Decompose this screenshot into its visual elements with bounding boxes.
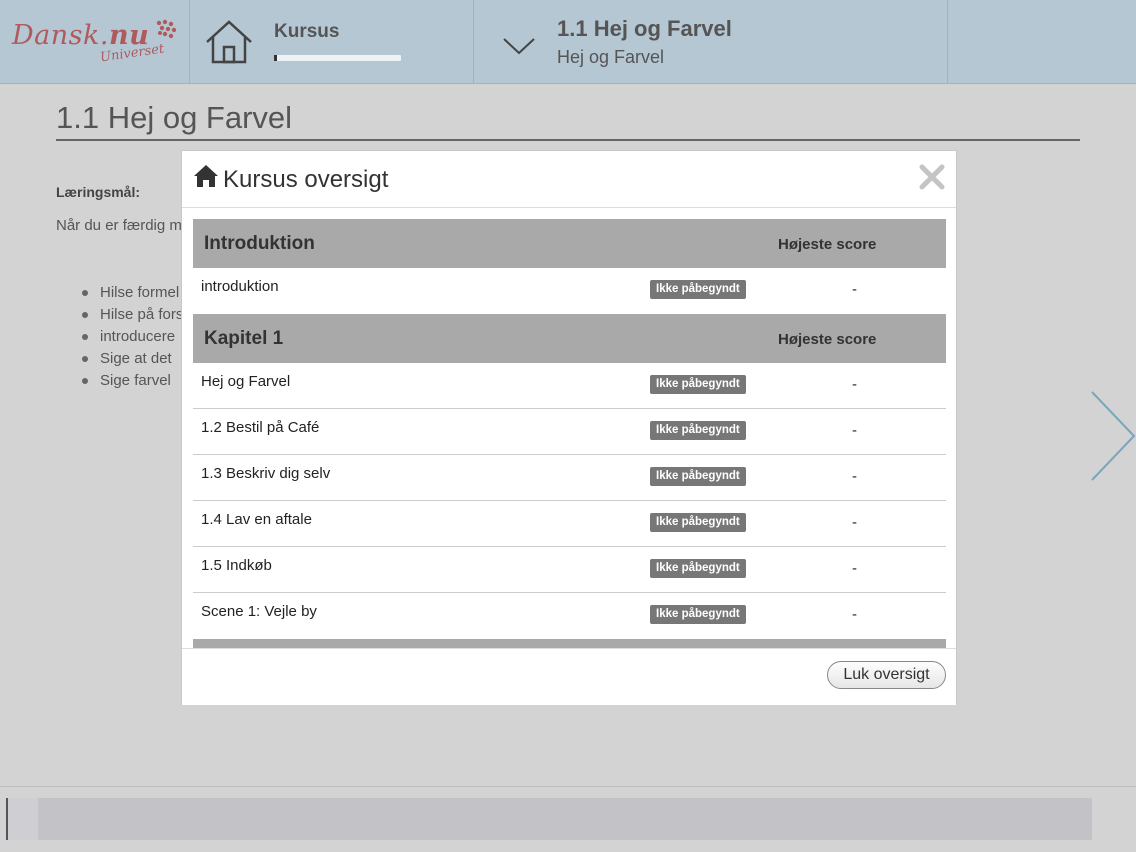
list-item: introducere — [82, 326, 183, 348]
lesson-label: Scene 1: Vejle by — [201, 603, 317, 620]
chevron-down-icon[interactable] — [502, 36, 536, 56]
lesson-subtitle: Hej og Farvel — [557, 47, 665, 67]
logo[interactable]: Dansk.nu Universet — [0, 0, 190, 84]
title-divider — [56, 139, 1080, 141]
score-column-header: Højeste score — [778, 236, 877, 253]
modal-title: Kursus oversigt — [223, 166, 389, 193]
learning-goals-intro: Når du er færdig m — [56, 217, 182, 234]
score-value: - — [852, 376, 857, 393]
learning-goals-list: Hilse formel Hilse på fors introducere S… — [82, 282, 183, 392]
bottom-scrubber[interactable] — [6, 798, 1092, 840]
table-row[interactable]: Hej og Farvel Ikke påbegyndt - — [193, 363, 946, 409]
course-progress-fill — [274, 55, 277, 61]
status-badge: Ikke påbegyndt — [650, 559, 746, 578]
close-icon[interactable] — [918, 163, 946, 191]
table-row[interactable]: 1.2 Bestil på Café Ikke påbegyndt - — [193, 409, 946, 455]
status-badge: Ikke påbegyndt — [650, 467, 746, 486]
list-item: Hilse på fors — [82, 304, 183, 326]
table-row[interactable]: 1.4 Lav en aftale Ikke påbegyndt - — [193, 501, 946, 547]
lesson-label: 1.3 Beskriv dig selv — [201, 465, 331, 482]
lesson-title: 1.1 Hej og Farvel — [557, 16, 732, 41]
list-item: Sige farvel — [82, 370, 183, 392]
logo-dots-icon — [156, 19, 177, 39]
table-row[interactable]: Scene 1: Vejle by Ikke påbegyndt - — [193, 593, 946, 639]
scrubber-handle[interactable] — [8, 798, 38, 840]
footer-divider — [0, 786, 1136, 787]
status-badge: Ikke påbegyndt — [650, 280, 746, 299]
status-badge: Ikke påbegyndt — [650, 375, 746, 394]
page-title: 1.1 Hej og Farvel — [56, 100, 293, 135]
section-title: Introduktion — [204, 233, 315, 254]
section-title: Kapitel 1 — [204, 328, 284, 349]
score-value: - — [852, 606, 857, 623]
table-row[interactable]: 1.5 Indkøb Ikke påbegyndt - — [193, 547, 946, 593]
score-value: - — [852, 281, 857, 298]
modal-header: Kursus oversigt — [182, 151, 956, 208]
close-overview-button[interactable]: Luk oversigt — [827, 661, 946, 689]
modal-footer: Luk oversigt — [182, 648, 956, 705]
section-header: Kapitel 1 Højeste score — [193, 314, 946, 363]
score-column-header: Højeste score — [778, 331, 877, 348]
table-row[interactable]: introduktion Ikke påbegyndt - — [193, 268, 946, 314]
course-nav[interactable]: Kursus — [190, 0, 474, 84]
score-value: - — [852, 560, 857, 577]
score-value: - — [852, 468, 857, 485]
course-label: Kursus — [274, 21, 340, 42]
section-header: Introduktion Højeste score — [193, 219, 946, 268]
list-item: Sige at det — [82, 348, 183, 370]
top-bar: Dansk.nu Universet Kursus 1.1 Hej og Far… — [0, 0, 1136, 84]
table-row[interactable]: 1.3 Beskriv dig selv Ikke påbegyndt - — [193, 455, 946, 501]
lesson-label: Hej og Farvel — [201, 373, 291, 390]
lesson-label: introduktion — [201, 278, 279, 295]
home-icon[interactable] — [204, 18, 254, 66]
learning-goals-label: Læringsmål: — [56, 184, 141, 200]
list-item: Hilse formel — [82, 282, 183, 304]
home-icon — [194, 165, 218, 187]
course-overview-list[interactable]: Introduktion Højeste score introduktion … — [193, 219, 946, 649]
status-badge: Ikke påbegyndt — [650, 513, 746, 532]
score-value: - — [852, 514, 857, 531]
lesson-label: 1.2 Bestil på Café — [201, 419, 320, 436]
status-badge: Ikke påbegyndt — [650, 605, 746, 624]
course-overview-modal: Kursus oversigt Introduktion Højeste sco… — [181, 150, 957, 705]
course-progress-bar — [274, 55, 401, 61]
lesson-label: 1.4 Lav en aftale — [201, 511, 312, 528]
lesson-nav[interactable]: 1.1 Hej og Farvel Hej og Farvel — [474, 0, 948, 84]
score-value: - — [852, 422, 857, 439]
status-badge: Ikke påbegyndt — [650, 421, 746, 440]
lesson-label: 1.5 Indkøb — [201, 557, 272, 574]
chevron-right-icon[interactable] — [1088, 390, 1136, 482]
